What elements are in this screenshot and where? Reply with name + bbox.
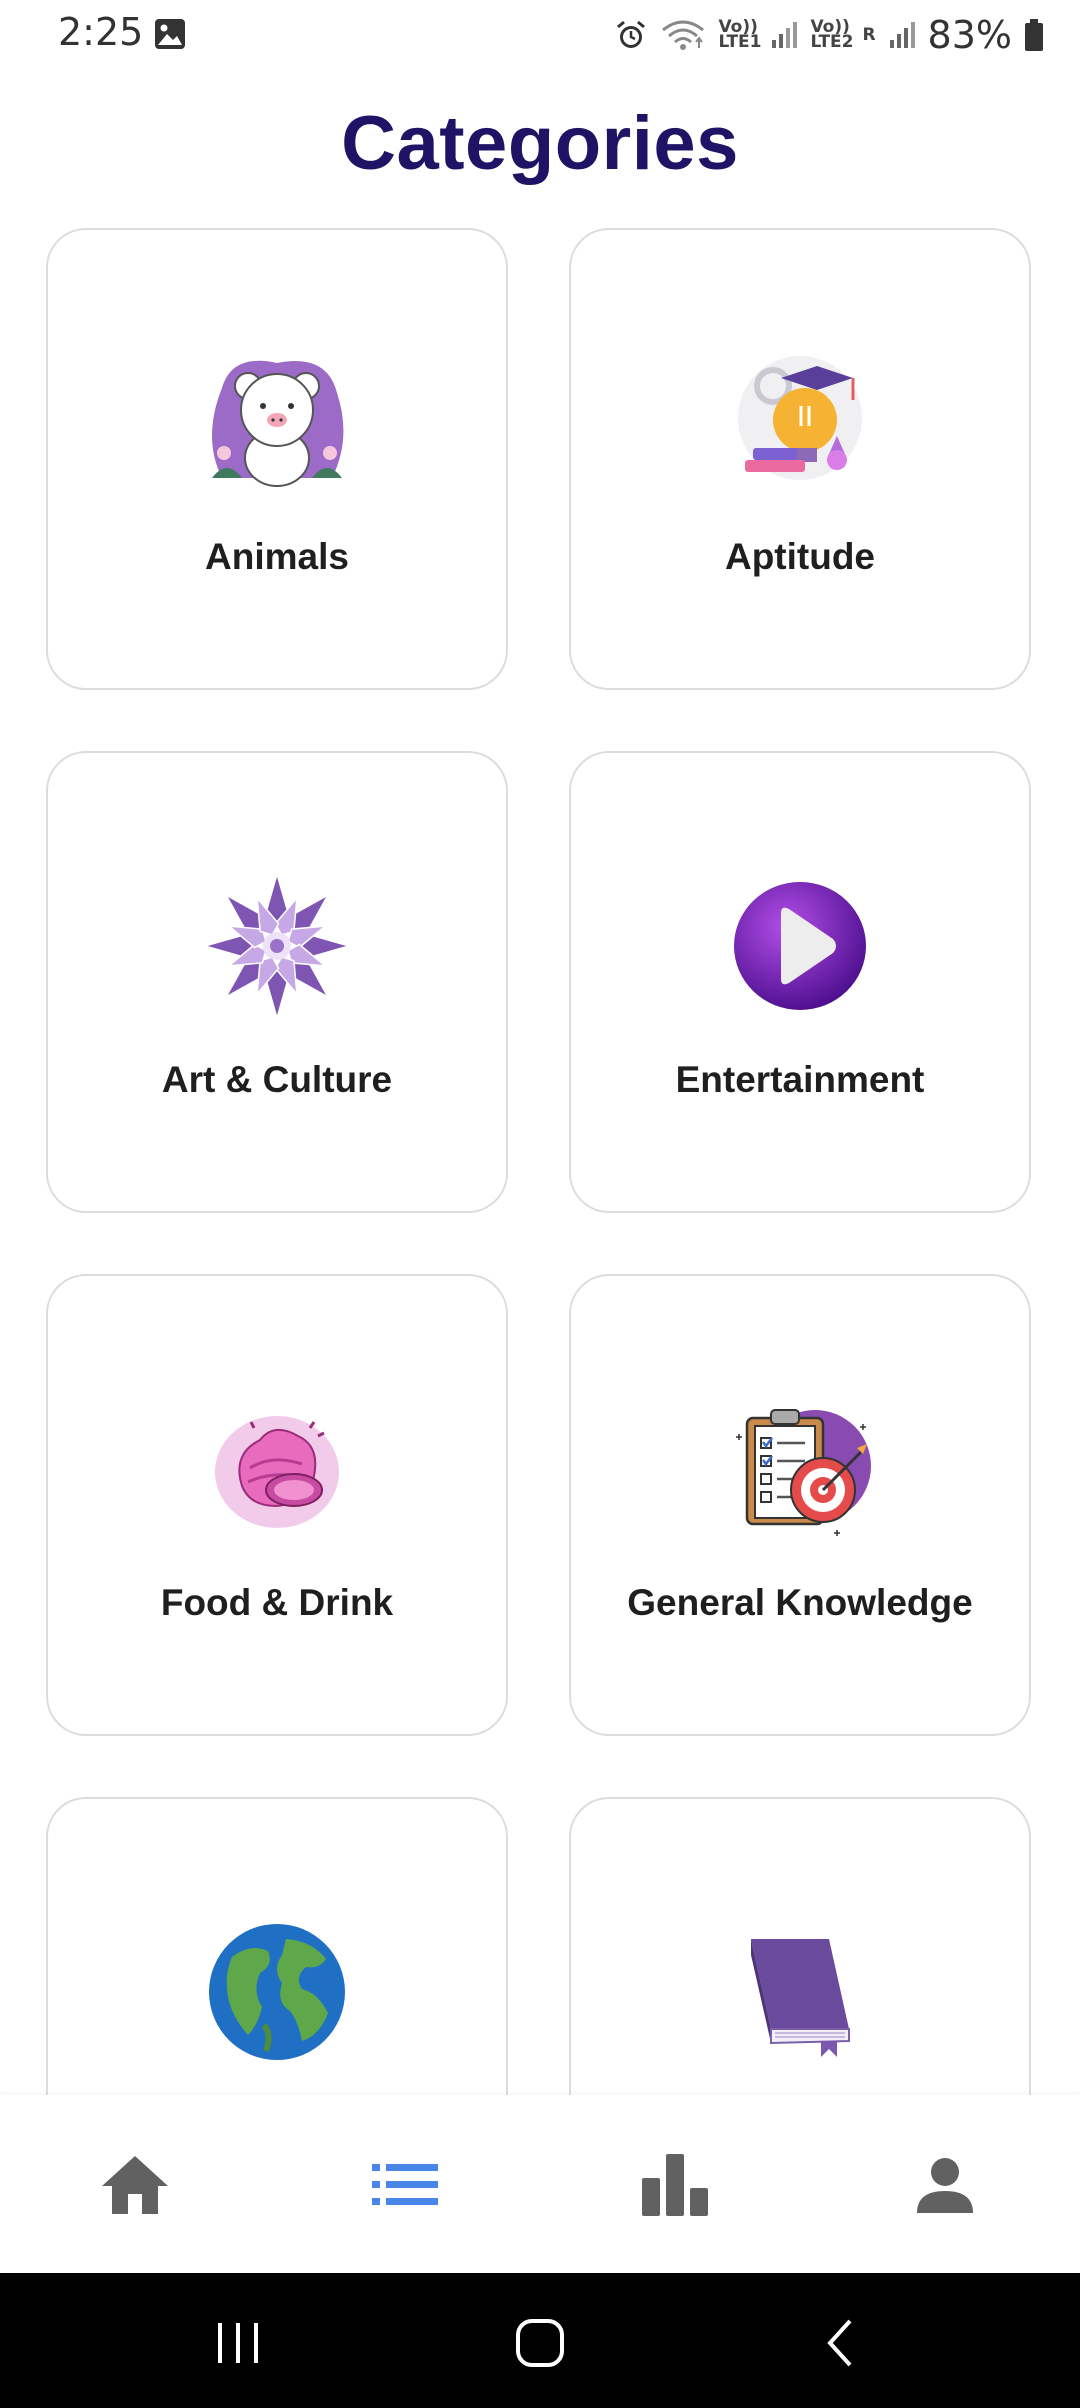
nav-home[interactable] (95, 2145, 175, 2225)
lightbulb-graduation-icon (738, 356, 862, 480)
nav-profile[interactable] (905, 2145, 985, 2225)
category-card-animals[interactable]: Animals (46, 228, 508, 690)
category-label: Entertainment (675, 1059, 925, 1100)
cupcake-icon (215, 1416, 339, 1528)
category-card-aptitude[interactable]: Aptitude (569, 228, 1031, 690)
book-icon (751, 1939, 850, 2057)
lotus-icon (202, 871, 352, 1021)
category-card-general-knowledge[interactable]: General Knowledge (569, 1274, 1031, 1736)
category-grid: Animals Aptitude Art & Culture Entertain… (0, 0, 1080, 2095)
globe-icon (209, 1924, 345, 2060)
category-label: Aptitude (724, 536, 876, 577)
bear-icon (212, 360, 344, 487)
category-label: General Knowledge (627, 1582, 973, 1623)
bar-chart-icon (642, 2154, 708, 2216)
category-card-geography[interactable] (46, 1797, 508, 2095)
back-icon[interactable] (812, 2313, 872, 2373)
nav-leaderboard[interactable] (635, 2145, 715, 2225)
play-icon (734, 882, 866, 1010)
category-card-art-culture[interactable]: Art & Culture (46, 751, 508, 1213)
recents-icon[interactable] (208, 2313, 268, 2373)
category-card-food-drink[interactable]: Food & Drink (46, 1274, 508, 1736)
category-label: Food & Drink (160, 1582, 394, 1623)
system-nav-bar (0, 2273, 1080, 2408)
person-icon (917, 2158, 973, 2213)
nav-categories[interactable] (365, 2145, 445, 2225)
category-card-literature[interactable] (569, 1797, 1031, 2095)
list-icon (372, 2164, 438, 2205)
bottom-nav (0, 2095, 1080, 2273)
category-label: Art & Culture (161, 1059, 393, 1100)
clipboard-target-icon (736, 1409, 871, 1536)
category-label: Animals (205, 536, 349, 577)
category-card-entertainment[interactable]: Entertainment (569, 751, 1031, 1213)
home-circle-icon[interactable] (510, 2313, 570, 2373)
home-icon (102, 2156, 168, 2214)
